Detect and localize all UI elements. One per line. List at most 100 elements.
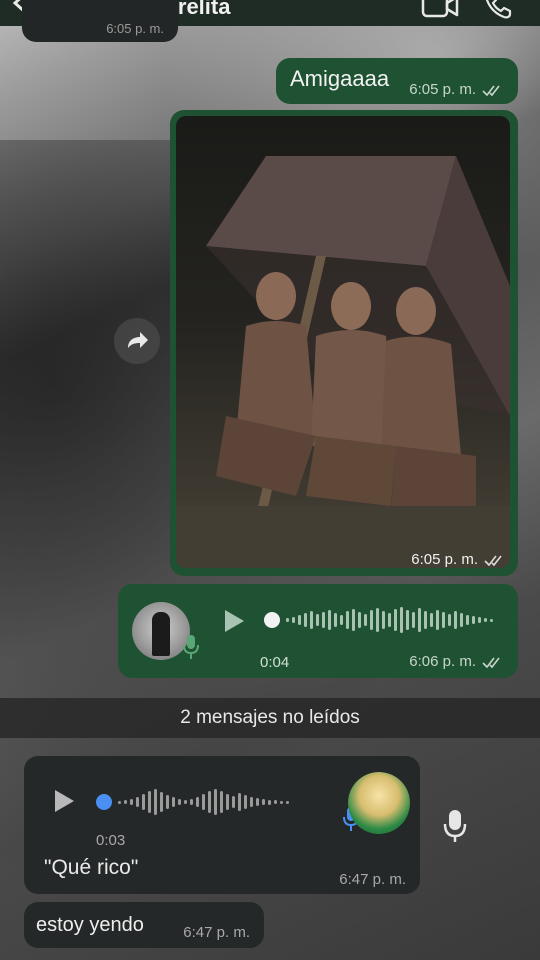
waveform-bar bbox=[220, 791, 223, 813]
read-ticks-icon bbox=[484, 555, 502, 566]
waveform-bar bbox=[352, 609, 355, 631]
waveform-bar bbox=[388, 613, 391, 627]
waveform-bar bbox=[274, 800, 277, 804]
waveform-bar bbox=[382, 611, 385, 629]
photo-illustration bbox=[176, 156, 510, 568]
shared-photo[interactable] bbox=[176, 116, 510, 568]
waveform-bar bbox=[148, 791, 151, 813]
waveform-bar bbox=[250, 797, 253, 807]
waveform-bar bbox=[166, 795, 169, 809]
waveform-bar bbox=[334, 613, 337, 627]
waveform-bar bbox=[160, 792, 163, 812]
waveform-bar bbox=[142, 794, 145, 810]
waveform-bar bbox=[412, 612, 415, 628]
voice-transcript: "Qué rico" bbox=[44, 856, 139, 879]
waveform-bar bbox=[430, 613, 433, 627]
message-time: 6:05 p. m. bbox=[409, 81, 476, 98]
waveform-bar bbox=[262, 799, 265, 805]
waveform-bar bbox=[214, 789, 217, 815]
message-time: 6:47 p. m. bbox=[183, 924, 250, 941]
unread-messages-divider: 2 mensajes no leídos bbox=[0, 698, 540, 738]
read-ticks-icon bbox=[482, 85, 500, 96]
phone-call-icon[interactable] bbox=[482, 0, 514, 22]
waveform-bar bbox=[286, 618, 289, 622]
waveform-bar bbox=[406, 610, 409, 630]
waveform-bar bbox=[130, 799, 133, 805]
message-time: 6:05 p. m. bbox=[411, 551, 478, 568]
waveform-bar bbox=[118, 800, 121, 804]
waveform-bar bbox=[244, 795, 247, 809]
forward-button[interactable] bbox=[114, 318, 160, 364]
read-ticks-icon bbox=[482, 657, 500, 668]
waveform-bar bbox=[316, 614, 319, 626]
waveform-bar bbox=[298, 615, 301, 625]
waveform-bar bbox=[268, 799, 271, 805]
waveform-bar bbox=[466, 615, 469, 625]
video-call-icon[interactable] bbox=[420, 0, 460, 20]
waveform-bar bbox=[202, 794, 205, 810]
waveform-bar bbox=[400, 607, 403, 633]
message-text: estoy yendo bbox=[36, 914, 144, 936]
waveform-bar bbox=[484, 618, 487, 622]
waveform-bar bbox=[292, 617, 295, 623]
message-text: Amigaaaa bbox=[290, 66, 390, 91]
waveform-bar bbox=[454, 611, 457, 629]
waveform-bar bbox=[136, 797, 139, 807]
waveform-bar bbox=[442, 612, 445, 628]
image-message-bubble[interactable]: 6:05 p. m. bbox=[170, 110, 518, 576]
playback-scrubber[interactable] bbox=[96, 794, 112, 810]
waveform-bar bbox=[340, 615, 343, 625]
play-icon[interactable] bbox=[222, 608, 246, 634]
waveform-bar bbox=[460, 613, 463, 627]
waveform-bar bbox=[190, 799, 193, 805]
message-meta: 6:05 p. m. bbox=[411, 551, 506, 568]
waveform-bar bbox=[418, 608, 421, 632]
waveform-bar bbox=[280, 800, 283, 804]
voice-message-bubble-in[interactable]: 0:03 "Qué rico" 6:47 p. m. bbox=[24, 756, 420, 894]
message-time: 6:06 p. m. bbox=[409, 653, 476, 670]
waveform-bar bbox=[394, 609, 397, 631]
waveform-bar bbox=[370, 610, 373, 630]
waveform-bar bbox=[310, 611, 313, 629]
voice-waveform[interactable] bbox=[118, 786, 289, 818]
waveform-bar bbox=[358, 612, 361, 628]
waveform-bar bbox=[196, 797, 199, 807]
waveform-bar bbox=[208, 791, 211, 813]
waveform-bar bbox=[436, 610, 439, 630]
voice-duration: 0:03 bbox=[96, 832, 126, 849]
waveform-bar bbox=[364, 614, 367, 626]
waveform-bar bbox=[328, 610, 331, 630]
voice-message-bubble-out[interactable]: 0:04 6:06 p. m. bbox=[118, 584, 518, 678]
waveform-bar bbox=[238, 793, 241, 811]
mic-icon bbox=[183, 635, 199, 659]
waveform-bar bbox=[226, 794, 229, 810]
message-time: 6:47 p. m. bbox=[339, 871, 406, 888]
waveform-bar bbox=[478, 617, 481, 623]
waveform-bar bbox=[256, 798, 259, 806]
waveform-bar bbox=[490, 618, 493, 622]
previous-message-bubble[interactable]: 6:05 p. m. bbox=[22, 0, 178, 42]
waveform-bar bbox=[346, 611, 349, 629]
sender-avatar bbox=[348, 772, 410, 834]
record-voice-icon[interactable] bbox=[442, 808, 468, 844]
voice-duration: 0:04 bbox=[260, 654, 290, 671]
message-meta: 6:05 p. m. bbox=[409, 81, 504, 98]
message-meta: 6:06 p. m. bbox=[409, 653, 504, 670]
waveform-bar bbox=[472, 616, 475, 624]
waveform-bar bbox=[286, 800, 289, 804]
playback-scrubber[interactable] bbox=[264, 612, 280, 628]
waveform-bar bbox=[304, 613, 307, 627]
message-bubble-amiga[interactable]: Amigaaaa 6:05 p. m. bbox=[276, 58, 518, 104]
voice-waveform[interactable] bbox=[286, 604, 493, 636]
waveform-bar bbox=[376, 608, 379, 632]
forward-arrow-icon bbox=[128, 332, 148, 348]
message-time: 6:05 p. m. bbox=[106, 21, 164, 36]
waveform-bar bbox=[184, 800, 187, 804]
waveform-bar bbox=[178, 799, 181, 805]
waveform-bar bbox=[154, 789, 157, 815]
waveform-bar bbox=[322, 612, 325, 628]
waveform-bar bbox=[448, 614, 451, 626]
waveform-bar bbox=[172, 797, 175, 807]
play-icon[interactable] bbox=[52, 788, 76, 814]
message-bubble-estoy[interactable]: estoy yendo 6:47 p. m. bbox=[24, 902, 264, 948]
